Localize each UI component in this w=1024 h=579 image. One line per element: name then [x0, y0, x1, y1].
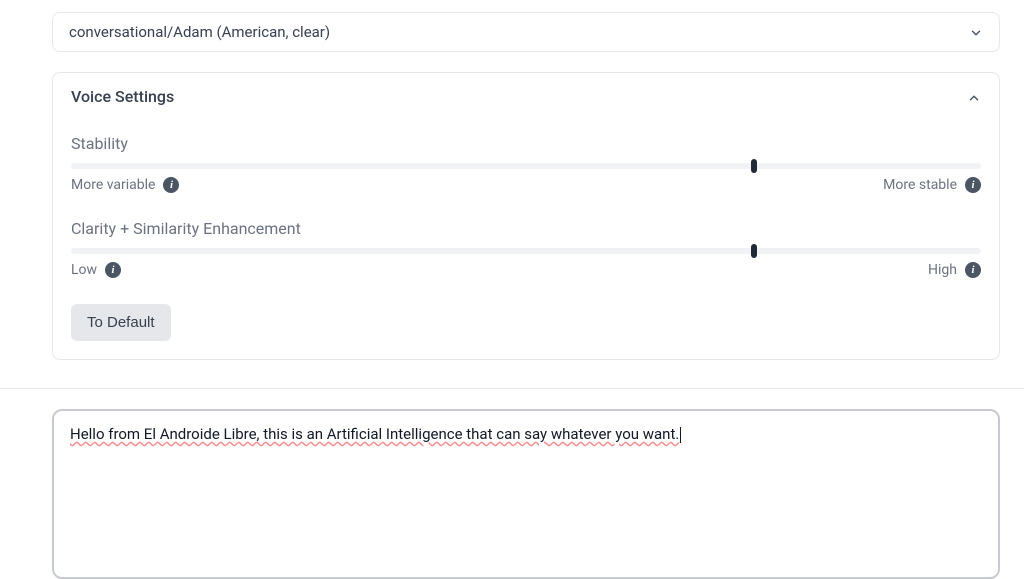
clarity-right-label: High i: [928, 262, 981, 278]
voice-settings-header[interactable]: Voice Settings: [53, 73, 999, 120]
clarity-slider-group: Clarity + Similarity Enhancement Low i H…: [71, 219, 981, 278]
clarity-label: Clarity + Similarity Enhancement: [71, 219, 981, 238]
text-input-value: Hello from El Androide Libre, this is an…: [70, 425, 679, 443]
voice-settings-panel: Voice Settings Stability More variable i…: [52, 72, 1000, 360]
info-icon[interactable]: i: [105, 262, 121, 278]
text-input[interactable]: Hello from El Androide Libre, this is an…: [52, 409, 1000, 579]
chevron-up-icon: [967, 90, 981, 104]
clarity-slider[interactable]: [71, 248, 981, 254]
chevron-down-icon: [969, 25, 983, 39]
voice-settings-title: Voice Settings: [71, 87, 174, 106]
divider: [0, 388, 1024, 389]
stability-slider[interactable]: [71, 163, 981, 169]
text-caret: [680, 427, 681, 443]
stability-left-label: More variable i: [71, 177, 179, 193]
clarity-left-label: Low i: [71, 262, 121, 278]
to-default-button[interactable]: To Default: [71, 304, 171, 341]
voice-dropdown-selected: conversational/Adam (American, clear): [69, 23, 330, 41]
stability-slider-group: Stability More variable i More stable i: [71, 134, 981, 193]
info-icon[interactable]: i: [163, 177, 179, 193]
stability-slider-thumb[interactable]: [751, 159, 757, 173]
voice-dropdown[interactable]: conversational/Adam (American, clear): [52, 12, 1000, 52]
info-icon[interactable]: i: [965, 177, 981, 193]
clarity-slider-thumb[interactable]: [751, 244, 757, 258]
info-icon[interactable]: i: [965, 262, 981, 278]
stability-right-label: More stable i: [883, 177, 981, 193]
stability-label: Stability: [71, 134, 981, 153]
